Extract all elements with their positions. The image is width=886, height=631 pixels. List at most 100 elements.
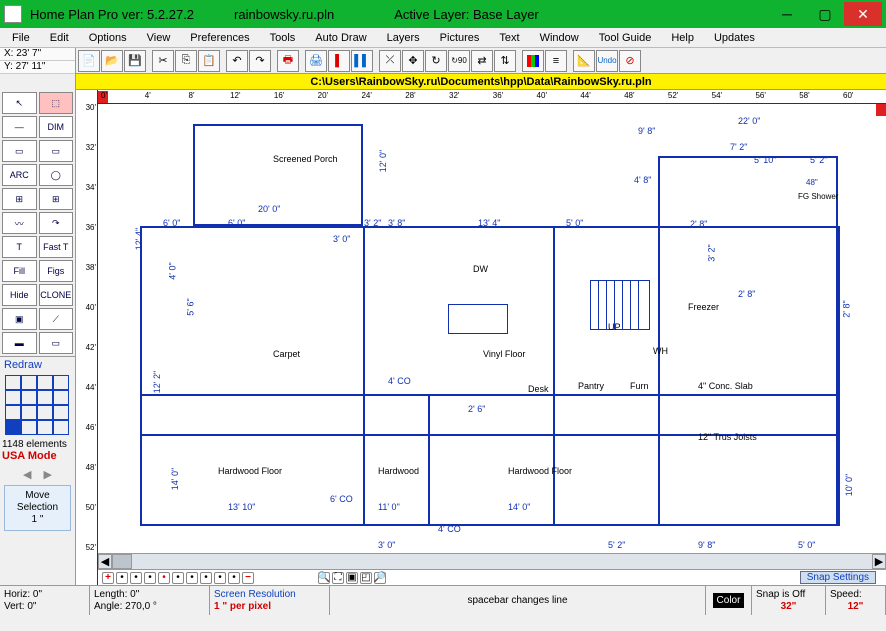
hruler-tick: 32' (449, 91, 459, 100)
fade-button[interactable]: ⤫ (379, 50, 401, 72)
tool-9[interactable]: ⊞ (39, 188, 74, 210)
snap-dot-9[interactable]: • (228, 572, 240, 584)
measure-button[interactable]: 📐 (573, 50, 595, 72)
save-file-button[interactable]: 💾 (124, 50, 146, 72)
menu-edit[interactable]: Edit (40, 30, 79, 46)
menu-tool-guide[interactable]: Tool Guide (589, 30, 662, 46)
tool-0[interactable]: ↖ (2, 92, 37, 114)
rotate-90-button[interactable]: ↻90 (448, 50, 470, 72)
menu-updates[interactable]: Updates (704, 30, 765, 46)
dimension-label: 2' 6" (468, 404, 485, 414)
tool-13[interactable]: Fast T (39, 236, 74, 258)
tool-1[interactable]: ⬚ (39, 92, 74, 114)
zoom-actual-button[interactable]: ▣ (346, 572, 358, 584)
snap-dot-3[interactable]: • (144, 572, 156, 584)
menu-view[interactable]: View (137, 30, 181, 46)
snap-dot-8[interactable]: • (214, 572, 226, 584)
snap-minus-button[interactable]: − (242, 572, 254, 584)
hatch-button[interactable]: ▌▌ (351, 50, 373, 72)
pattern-grid[interactable] (5, 375, 71, 437)
snap-dot-4[interactable]: • (158, 572, 170, 584)
tool-14[interactable]: Fill (2, 260, 37, 282)
new-file-button[interactable]: 📄 (78, 50, 100, 72)
zoom-in-button[interactable]: 🔍 (318, 572, 330, 584)
menu-preferences[interactable]: Preferences (180, 30, 259, 46)
redo-button[interactable]: ↷ (249, 50, 271, 72)
tool-21[interactable]: ▭ (39, 332, 74, 354)
mirror-v-button[interactable]: ⇅ (494, 50, 516, 72)
menu-options[interactable]: Options (79, 30, 137, 46)
rotate-button[interactable]: ↻ (425, 50, 447, 72)
snap-dot-7[interactable]: • (200, 572, 212, 584)
menu-file[interactable]: File (2, 30, 40, 46)
snap-plus-button[interactable]: + (102, 572, 114, 584)
undo-pill-button[interactable]: Undo (596, 50, 618, 72)
snap-dot-1[interactable]: • (116, 572, 128, 584)
tool-15[interactable]: Figs (39, 260, 74, 282)
mirror-h-button[interactable]: ⇄ (471, 50, 493, 72)
copy-button[interactable]: ⎘ (175, 50, 197, 72)
menu-help[interactable]: Help (661, 30, 704, 46)
close-button[interactable]: ✕ (844, 2, 882, 26)
menu-pictures[interactable]: Pictures (430, 30, 490, 46)
scroll-right-button[interactable]: ▶ (872, 554, 886, 569)
printer-button[interactable]: 🖨 (305, 50, 327, 72)
tool-19[interactable]: ⟋ (39, 308, 74, 330)
maximize-button[interactable]: ▢ (806, 2, 844, 26)
menu-auto-draw[interactable]: Auto Draw (305, 30, 376, 46)
move-selection-l1: Move (7, 490, 68, 502)
zoom-fit-button[interactable]: ⛶ (332, 572, 344, 584)
lines-button[interactable]: ≡ (545, 50, 567, 72)
tool-17[interactable]: CLONE (39, 284, 74, 306)
snap-dot-5[interactable]: • (172, 572, 184, 584)
undo-button[interactable]: ↶ (226, 50, 248, 72)
tool-18[interactable]: ▣ (2, 308, 37, 330)
snap-dot-6[interactable]: • (186, 572, 198, 584)
tool-2[interactable]: — (2, 116, 37, 138)
print-preview-button[interactable]: 🖶 (277, 50, 299, 72)
zoom-out-button[interactable]: 🔎 (374, 572, 386, 584)
redraw-button[interactable]: Redraw (0, 356, 75, 373)
snap-bar: + • • • • • • • • • − 🔍 ⛶ ▣ ◰ 🔎 Snap Set… (98, 569, 886, 585)
menu-layers[interactable]: Layers (377, 30, 430, 46)
tool-5[interactable]: ▭ (39, 140, 74, 162)
ruler-end-marker (876, 104, 886, 116)
drawing-canvas[interactable]: Screened PorchCarpetVinyl FloorPantryFur… (98, 104, 886, 553)
horizontal-scrollbar[interactable]: ◀ ▶ (98, 553, 886, 569)
tool-3[interactable]: DIM (39, 116, 74, 138)
door-button[interactable]: ▌ (328, 50, 350, 72)
tool-10[interactable]: 〰 (2, 212, 37, 234)
tool-7[interactable]: ◯ (39, 164, 74, 186)
room-label: FG Shower (798, 192, 838, 201)
menu-window[interactable]: Window (530, 30, 589, 46)
open-file-button[interactable]: 📂 (101, 50, 123, 72)
paste-button[interactable]: 📋 (198, 50, 220, 72)
hruler-tick: 52' (668, 91, 678, 100)
nudge-right-button[interactable]: ▶ (44, 468, 52, 481)
tool-20[interactable]: ▬ (2, 332, 37, 354)
nudge-left-button[interactable]: ◀ (23, 468, 31, 481)
menu-text[interactable]: Text (489, 30, 529, 46)
scroll-thumb[interactable] (112, 554, 132, 569)
tool-12[interactable]: T (2, 236, 37, 258)
color-button[interactable]: Color (713, 593, 745, 608)
snap-dot-2[interactable]: • (130, 572, 142, 584)
move-selection-panel[interactable]: Move Selection 1 " (4, 485, 71, 531)
tool-16[interactable]: Hide (2, 284, 37, 306)
title-file: rainbowsky.ru.pln (234, 7, 334, 22)
tool-4[interactable]: ▭ (2, 140, 37, 162)
menu-tools[interactable]: Tools (260, 30, 306, 46)
tool-11[interactable]: ↷ (39, 212, 74, 234)
titlebar: Home Plan Pro ver: 5.2.27.2 rainbowsky.r… (0, 0, 886, 28)
zoom-region-button[interactable]: ◰ (360, 572, 372, 584)
minimize-button[interactable]: ─ (768, 2, 806, 26)
snap-settings-button[interactable]: Snap Settings (800, 571, 876, 584)
cut-button[interactable]: ✂ (152, 50, 174, 72)
no-entry-button[interactable]: ⊘ (619, 50, 641, 72)
tool-8[interactable]: ⊞ (2, 188, 37, 210)
move-button[interactable]: ✥ (402, 50, 424, 72)
title-layer: Active Layer: Base Layer (394, 7, 539, 22)
tool-6[interactable]: ARC (2, 164, 37, 186)
rgb-button[interactable] (522, 50, 544, 72)
scroll-left-button[interactable]: ◀ (98, 554, 112, 569)
